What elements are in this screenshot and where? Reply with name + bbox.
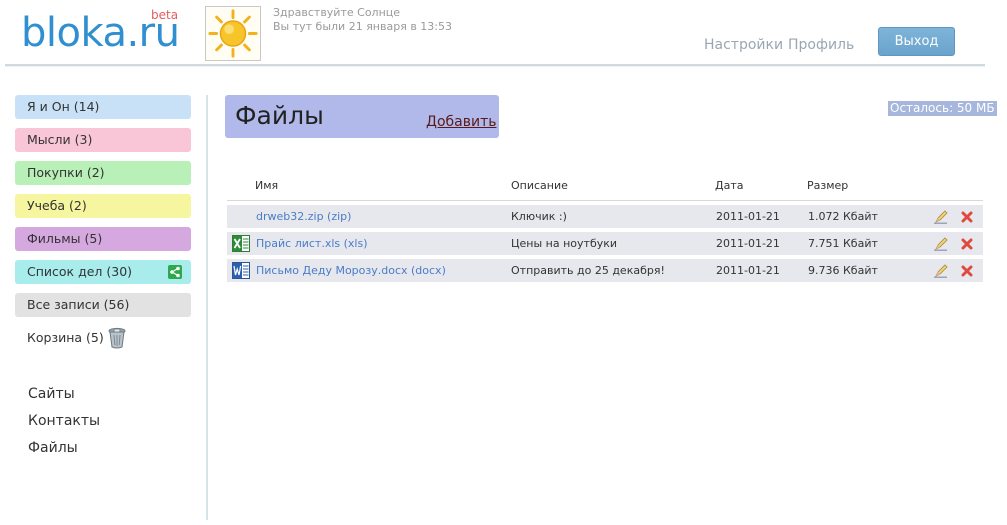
category-me-and-him[interactable]: Я и Он (14) [15, 95, 191, 119]
file-size: 9.736 Кбайт [808, 264, 878, 277]
page-title: Файлы [235, 101, 324, 130]
last-visit-text: Вы тут были 21 января в 13:53 [273, 20, 452, 33]
category-sidebar: Я и Он (14) Мысли (3) Покупки (2) Учеба … [15, 95, 191, 350]
file-description: Отправить до 25 декабря! [511, 264, 665, 277]
column-date: Дата [715, 179, 744, 192]
category-thoughts[interactable]: Мысли (3) [15, 128, 191, 152]
file-size: 1.072 Кбайт [808, 210, 878, 223]
sidebar-divider [206, 95, 208, 520]
nav-contacts[interactable]: Контакты [28, 408, 100, 435]
delete-icon[interactable] [959, 263, 975, 279]
edit-icon[interactable] [933, 236, 949, 252]
category-label: Покупки (2) [27, 165, 105, 180]
logout-button[interactable]: Выход [878, 27, 955, 56]
profile-link[interactable]: Профиль [788, 36, 854, 54]
file-name-link[interactable]: drweb32.zip (zip) [256, 205, 351, 228]
table-row: drweb32.zip (zip) Ключик :) 2011-01-21 1… [227, 205, 983, 228]
table-header: Имя Описание Дата Размер [227, 176, 983, 201]
delete-icon[interactable] [959, 236, 975, 252]
excel-file-icon [232, 235, 250, 252]
header-divider [5, 64, 985, 67]
avatar[interactable] [205, 6, 261, 61]
secondary-nav: Сайты Контакты Файлы [28, 381, 100, 462]
column-description: Описание [511, 179, 568, 192]
trash-link[interactable]: Корзина (5) [15, 326, 191, 350]
sun-icon [208, 9, 258, 58]
add-file-link[interactable]: Добавить [426, 113, 496, 131]
trash-bin-icon [107, 327, 127, 349]
beta-label: beta [151, 8, 179, 22]
category-label: Все записи (56) [27, 297, 130, 312]
file-name-link[interactable]: Письмо Деду Морозу.docx (docx) [256, 259, 446, 282]
category-label: Мысли (3) [27, 132, 93, 147]
table-row: Прайс лист.xls (xls) Цены на ноутбуки 20… [227, 232, 983, 255]
category-shopping[interactable]: Покупки (2) [15, 161, 191, 185]
category-study[interactable]: Учеба (2) [15, 194, 191, 218]
file-description: Ключик :) [511, 210, 567, 223]
user-greeting: Здравствуйте Солнце Вы тут были 21 январ… [273, 6, 452, 34]
nav-files[interactable]: Файлы [28, 435, 100, 462]
file-date: 2011-01-21 [716, 210, 780, 223]
table-row: Письмо Деду Морозу.docx (docx) Отправить… [227, 259, 983, 282]
word-file-icon [232, 262, 250, 279]
category-label: Учеба (2) [27, 198, 87, 213]
storage-remaining: Осталось: 50 МБ [888, 101, 997, 116]
greeting-text: Здравствуйте Солнце [273, 6, 401, 19]
category-movies[interactable]: Фильмы (5) [15, 227, 191, 251]
file-description: Цены на ноутбуки [511, 237, 618, 250]
edit-icon[interactable] [933, 209, 949, 225]
delete-icon[interactable] [959, 209, 975, 225]
column-name: Имя [255, 179, 279, 192]
share-icon[interactable] [168, 265, 182, 279]
file-date: 2011-01-21 [716, 237, 780, 250]
files-header: Файлы Добавить [225, 95, 499, 138]
file-size: 7.751 Кбайт [808, 237, 878, 250]
file-name-link[interactable]: Прайс лист.xls (xls) [256, 232, 368, 255]
nav-sites[interactable]: Сайты [28, 381, 100, 408]
category-label: Я и Он (14) [27, 99, 100, 114]
column-size: Размер [807, 179, 849, 192]
category-all-entries[interactable]: Все записи (56) [15, 293, 191, 317]
files-table: Имя Описание Дата Размер drweb32.zip (zi… [227, 176, 983, 282]
category-todo-list[interactable]: Список дел (30) [15, 260, 191, 284]
category-label: Список дел (30) [27, 264, 133, 279]
site-logo[interactable]: bloka.ru beta [21, 6, 186, 58]
file-date: 2011-01-21 [716, 264, 780, 277]
trash-label: Корзина (5) [27, 330, 104, 345]
edit-icon[interactable] [933, 263, 949, 279]
settings-link[interactable]: Настройки [704, 36, 783, 54]
category-label: Фильмы (5) [27, 231, 103, 246]
